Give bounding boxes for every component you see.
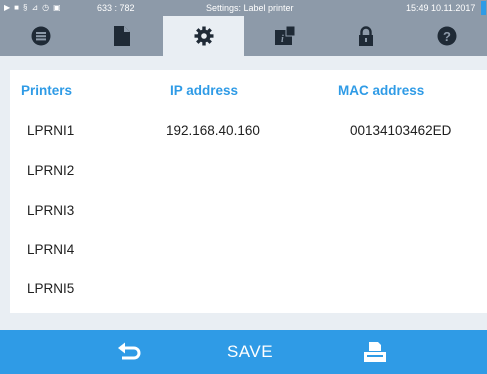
document-icon xyxy=(113,26,130,46)
lock-icon xyxy=(358,26,373,46)
header-mac-address: MAC address xyxy=(338,83,425,98)
printer-icon xyxy=(364,342,386,362)
lock-status-icon: ▣ xyxy=(53,3,61,12)
printer-name[interactable]: LPRNI4 xyxy=(27,242,74,257)
gear-icon xyxy=(194,26,213,46)
save-button[interactable]: SAVE xyxy=(210,330,290,374)
screen-title: Settings: Label printer xyxy=(206,3,294,13)
printer-name[interactable]: LPRNI2 xyxy=(27,163,74,178)
list-icon xyxy=(31,26,50,46)
counter: 633 : 782 xyxy=(97,3,135,13)
save-label: SAVE xyxy=(226,342,274,361)
tab-help[interactable]: ? xyxy=(406,16,487,56)
status-indicator xyxy=(481,1,486,15)
document-status-icon: ■ xyxy=(14,3,19,12)
header-ip-address: IP address xyxy=(170,83,239,98)
svg-text:i: i xyxy=(281,34,284,45)
tab-documents[interactable] xyxy=(81,16,162,56)
tab-list[interactable] xyxy=(0,16,81,56)
tab-lock[interactable] xyxy=(325,16,406,56)
print-button[interactable] xyxy=(345,330,405,374)
tab-settings[interactable] xyxy=(163,16,244,56)
help-icon: ? xyxy=(437,26,456,46)
datetime: 15:49 10.11.2017 xyxy=(406,3,476,13)
clock-status-icon: ◷ xyxy=(42,3,50,12)
tab-info[interactable]: i xyxy=(244,16,325,56)
play-icon: ▶ xyxy=(4,3,11,12)
printer-name[interactable]: LPRNI1 xyxy=(27,123,74,138)
printer-name[interactable]: LPRNI3 xyxy=(27,203,74,218)
status-icons: ▶ ■ § ⊿ ◷ ▣ xyxy=(4,3,61,13)
header-printers: Printers xyxy=(21,83,73,98)
info-icon: i xyxy=(274,26,295,45)
status-bar: ▶ ■ § ⊿ ◷ ▣ 633 : 782 Settings: Label pr… xyxy=(0,0,487,16)
printer-name[interactable]: LPRNI5 xyxy=(27,281,74,296)
printer-ip[interactable]: 192.168.40.160 xyxy=(166,123,260,138)
svg-text:?: ? xyxy=(443,29,451,44)
steam-icon: § xyxy=(23,3,28,12)
chart-status-icon: ⊿ xyxy=(31,3,39,12)
back-button[interactable] xyxy=(100,330,160,374)
printer-table: Printers IP address MAC address LPRNI1 1… xyxy=(10,70,487,313)
printer-mac[interactable]: 00134103462ED xyxy=(350,123,451,138)
action-bar: SAVE xyxy=(0,330,487,374)
tab-bar: i ? xyxy=(0,16,487,56)
back-arrow-icon xyxy=(118,342,141,360)
